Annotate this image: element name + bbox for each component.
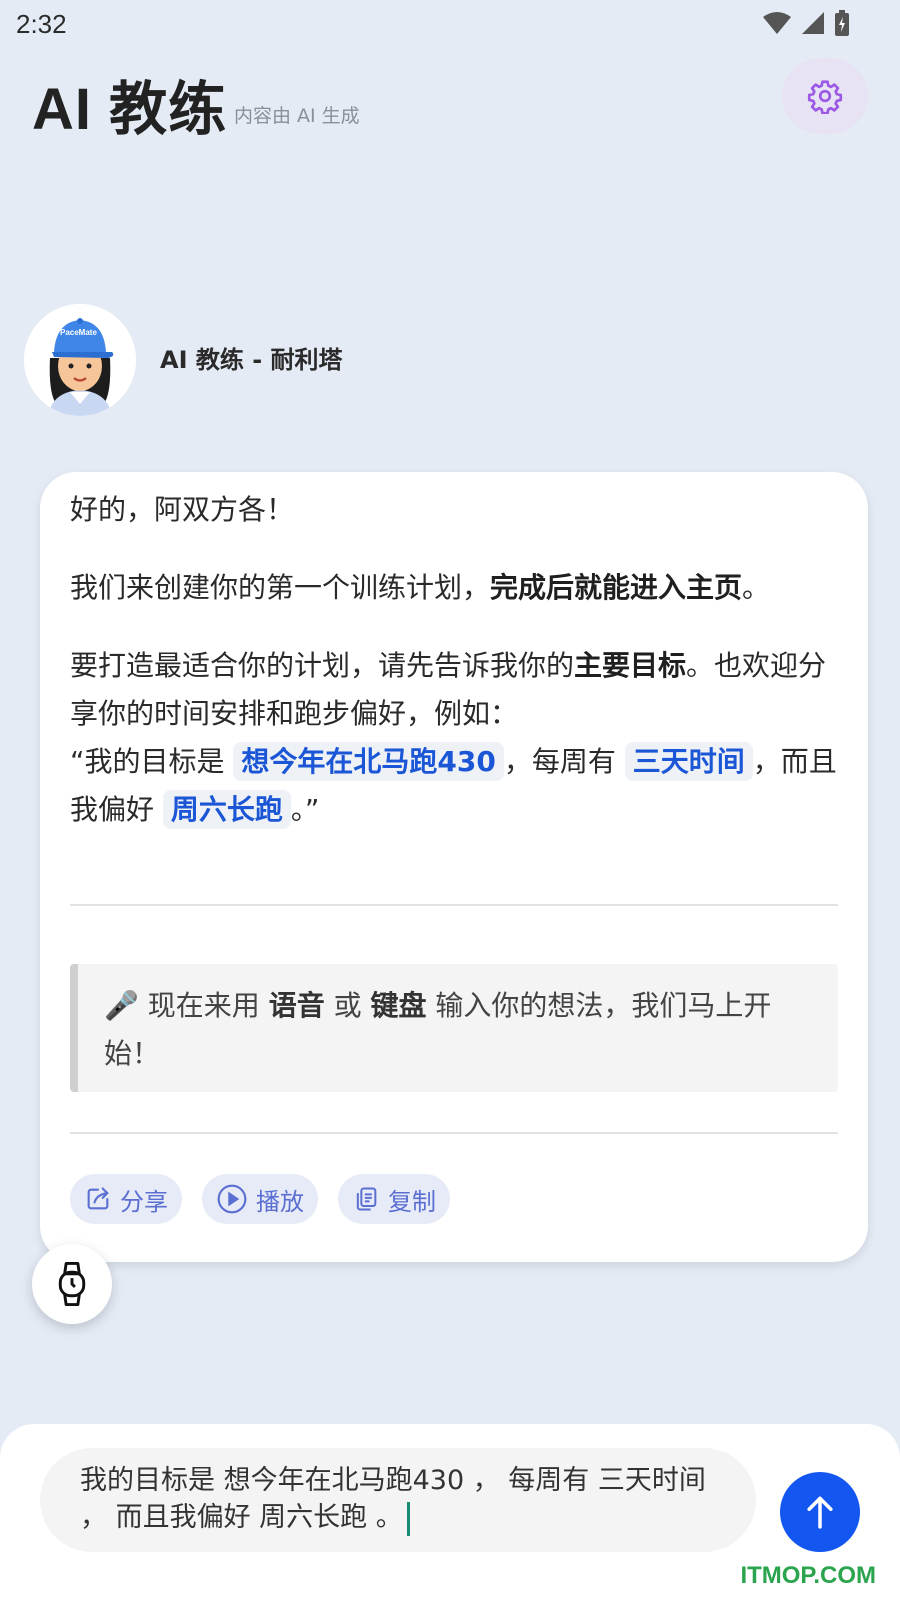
intro-bold: 完成后就能进入主页	[490, 571, 743, 604]
share-icon	[87, 1187, 109, 1210]
status-bar: 2:32	[0, 0, 900, 48]
intro-end: 。	[742, 571, 771, 604]
coach-message-card: 好的，阿双方各！ 我们来创建你的第一个训练计划，完成后就能进入主页。 要打造最适…	[40, 472, 868, 1262]
watch-icon	[58, 1262, 86, 1306]
share-button[interactable]: 分享	[70, 1174, 182, 1224]
message-body: 好的，阿双方各！ 我们来创建你的第一个训练计划，完成后就能进入主页。 要打造最适…	[70, 486, 850, 834]
coach-avatar[interactable]: PaceMate	[24, 304, 136, 416]
example-close: 。”	[290, 793, 320, 826]
tip-voice: 语音	[268, 989, 325, 1022]
status-icons	[762, 10, 850, 36]
goal-bold: 主要目标	[574, 649, 687, 682]
page-title: AI 教练	[32, 77, 228, 142]
watermark: ITMOP.COM	[740, 1562, 876, 1589]
signal-icon	[802, 12, 824, 34]
settings-button[interactable]	[782, 58, 868, 134]
example-open: “我的目标是	[70, 745, 234, 778]
divider-top	[70, 904, 838, 906]
coach-portrait	[24, 304, 136, 416]
copy-icon	[356, 1187, 377, 1211]
share-label: 分享	[120, 1187, 168, 1216]
battery-icon	[835, 10, 849, 36]
arrow-up-icon	[807, 1496, 833, 1529]
message-input[interactable]: 我的目标是 想今年在北马跑430 ， 每周有 三天时间 ， 而且我偏好 周六长跑…	[40, 1448, 756, 1552]
example-mid-1: ，每周有	[503, 745, 625, 778]
coach-name: AI 教练 - 耐利塔	[160, 346, 343, 374]
play-button[interactable]: 播放	[202, 1174, 318, 1224]
microphone-emoji-icon: 🎤	[104, 989, 139, 1022]
cap-text: PaceMate	[60, 328, 97, 337]
message-input-value[interactable]: 我的目标是 想今年在北马跑430 ， 每周有 三天时间 ， 而且我偏好 周六长跑…	[80, 1462, 720, 1536]
greeting-text: 好的，阿双方各！	[70, 493, 295, 526]
input-tip-quote: 🎤 现在来用 语音 或 键盘 输入你的想法，我们马上开始！	[70, 964, 838, 1092]
divider-bottom	[70, 1132, 838, 1134]
tip-pre: 现在来用	[138, 989, 269, 1022]
copy-label: 复制	[388, 1187, 436, 1216]
send-button[interactable]	[780, 1472, 860, 1552]
ai-generated-note: 内容由 AI 生成	[234, 105, 360, 127]
goal-paragraph: 要打造最适合你的计划，请先告诉我你的主要目标。也欢迎分享你的时间安排和跑步偏好，…	[70, 642, 850, 834]
example-chip-days: 三天时间	[624, 742, 753, 781]
copy-button[interactable]: 复制	[338, 1174, 450, 1224]
intro-paragraph: 我们来创建你的第一个训练计划，完成后就能进入主页。	[70, 564, 850, 612]
intro-text: 我们来创建你的第一个训练计划，	[70, 571, 491, 604]
input-value-text: 我的目标是 想今年在北马跑430 ， 每周有 三天时间 ， 而且我偏好 周六长跑…	[80, 1465, 706, 1533]
tip-mid: 或	[324, 989, 371, 1022]
tip-keyboard: 键盘	[370, 989, 427, 1022]
message-actions: 分享 播放 复制	[70, 1174, 450, 1224]
goal-text: 要打造最适合你的计划，请先告诉我你的	[70, 649, 575, 682]
wifi-icon	[763, 12, 791, 34]
watch-button[interactable]	[32, 1244, 112, 1324]
play-label: 播放	[256, 1187, 304, 1216]
status-time: 2:32	[16, 9, 67, 39]
gear-icon	[807, 80, 843, 114]
example-chip-longrun: 周六长跑	[162, 790, 291, 829]
text-caret	[406, 1501, 410, 1536]
play-icon	[217, 1184, 247, 1214]
example-chip-goal: 想今年在北马跑430	[233, 742, 504, 781]
